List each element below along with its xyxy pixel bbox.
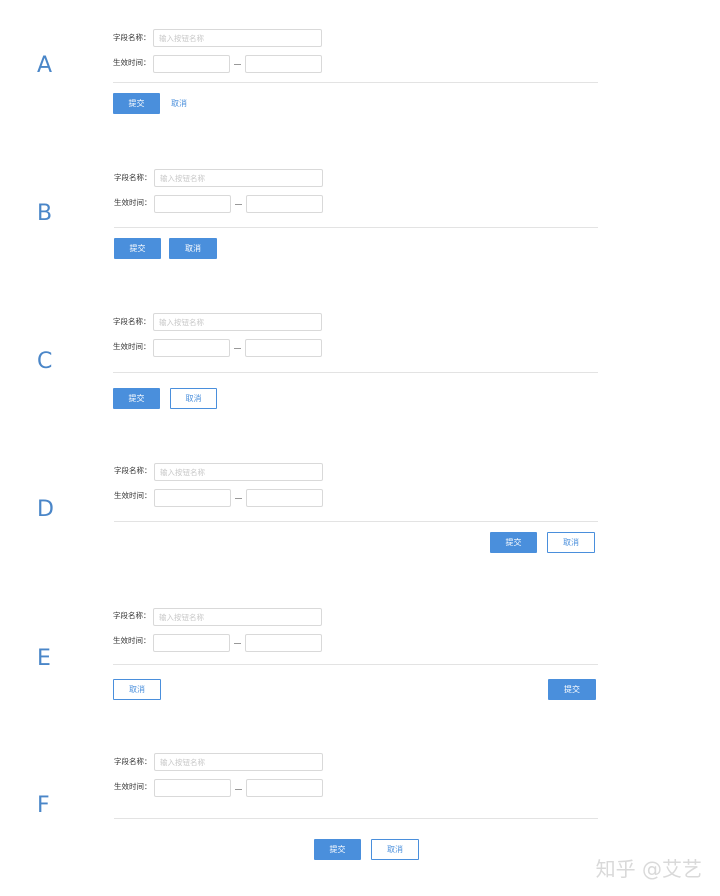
start-time-input[interactable] <box>153 634 230 652</box>
effective-time-label: 生效时间： <box>113 342 151 351</box>
cancel-button[interactable]: 取消 <box>113 679 161 700</box>
range-separator <box>234 64 241 65</box>
watermark: 知乎 @艾艺 <box>595 857 702 881</box>
start-time-input[interactable] <box>154 779 231 797</box>
end-time-input[interactable] <box>245 339 322 357</box>
form-divider <box>114 227 598 228</box>
field-name-input[interactable] <box>153 313 322 331</box>
end-time-input[interactable] <box>245 634 322 652</box>
cancel-button[interactable]: 取消 <box>547 532 595 553</box>
variant-letter: F <box>37 793 50 818</box>
field-name-label: 字段名称： <box>114 757 152 766</box>
field-name-label: 字段名称： <box>114 466 152 475</box>
end-time-input[interactable] <box>246 489 323 507</box>
effective-time-label: 生效时间： <box>114 491 152 500</box>
end-time-input[interactable] <box>245 55 322 73</box>
field-name-input[interactable] <box>153 608 322 626</box>
variant-letter: B <box>37 201 53 226</box>
variant-letter: D <box>37 497 54 522</box>
start-time-input[interactable] <box>153 55 230 73</box>
field-name-label: 字段名称： <box>114 173 152 182</box>
start-time-input[interactable] <box>153 339 230 357</box>
cancel-button[interactable]: 取消 <box>163 93 195 114</box>
cancel-button[interactable]: 取消 <box>169 238 217 259</box>
form-divider <box>113 664 598 665</box>
submit-button[interactable]: 提交 <box>113 93 160 114</box>
effective-time-label: 生效时间： <box>113 636 151 645</box>
cancel-button[interactable]: 取消 <box>371 839 419 860</box>
field-name-input[interactable] <box>154 169 323 187</box>
range-separator <box>234 348 241 349</box>
submit-button[interactable]: 提交 <box>113 388 160 409</box>
start-time-input[interactable] <box>154 195 231 213</box>
variant-letter: C <box>37 349 53 374</box>
range-separator <box>235 789 242 790</box>
range-separator <box>234 643 241 644</box>
range-separator <box>235 204 242 205</box>
submit-button[interactable]: 提交 <box>314 839 361 860</box>
variant-letter: E <box>37 646 51 671</box>
submit-button[interactable]: 提交 <box>114 238 161 259</box>
effective-time-label: 生效时间： <box>114 198 152 207</box>
form-divider <box>113 372 598 373</box>
end-time-input[interactable] <box>246 779 323 797</box>
field-name-input[interactable] <box>154 753 323 771</box>
start-time-input[interactable] <box>154 489 231 507</box>
submit-button[interactable]: 提交 <box>490 532 537 553</box>
field-name-label: 字段名称： <box>113 611 151 620</box>
effective-time-label: 生效时间： <box>113 58 151 67</box>
effective-time-label: 生效时间： <box>114 782 152 791</box>
range-separator <box>235 498 242 499</box>
submit-button[interactable]: 提交 <box>548 679 596 700</box>
form-divider <box>113 82 598 83</box>
field-name-input[interactable] <box>154 463 323 481</box>
field-name-input[interactable] <box>153 29 322 47</box>
end-time-input[interactable] <box>246 195 323 213</box>
variant-letter: A <box>37 53 53 78</box>
field-name-label: 字段名称： <box>113 317 151 326</box>
cancel-button[interactable]: 取消 <box>170 388 217 409</box>
form-divider <box>114 521 598 522</box>
form-divider <box>114 818 598 819</box>
field-name-label: 字段名称： <box>113 33 151 42</box>
